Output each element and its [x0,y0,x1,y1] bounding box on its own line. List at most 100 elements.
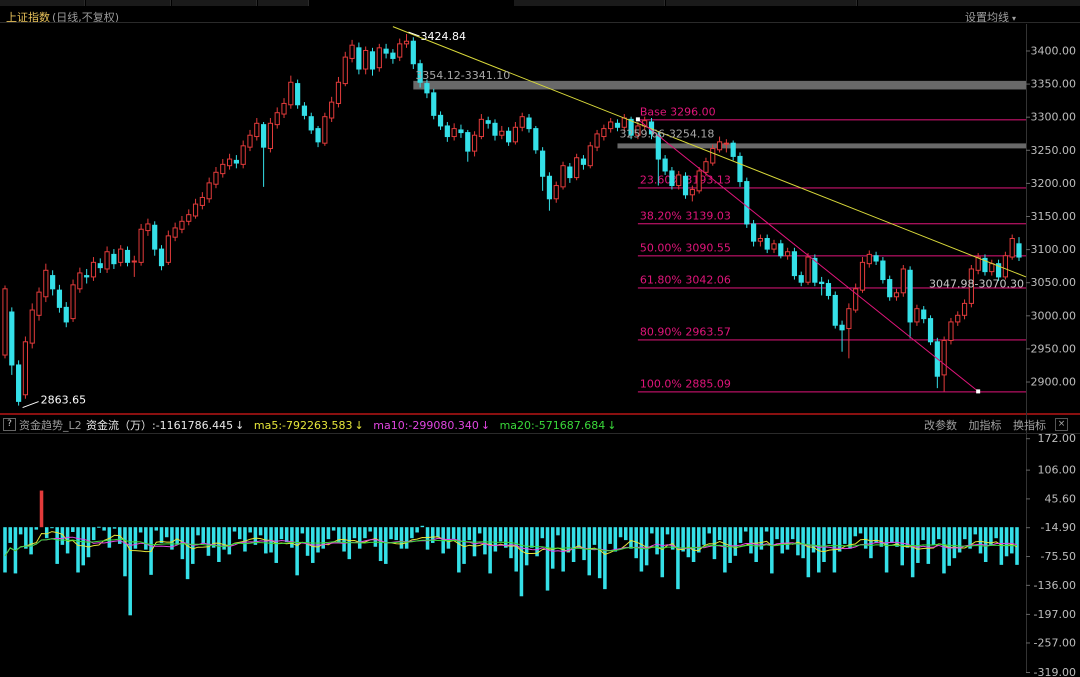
y-tick-label: 3250.00 [1031,144,1077,157]
fib-handle [635,117,640,122]
flow-bar [321,527,325,549]
candle-body [540,150,546,177]
close-icon[interactable]: × [1055,418,1068,431]
candle-body [587,145,593,167]
candle-body [199,196,205,206]
y-tick-label: 3050.00 [1031,276,1077,289]
flow-bar [921,527,925,541]
y-tick-label: 2900.00 [1031,376,1077,389]
candle-body [499,130,505,136]
y-tick-label: -14.90 [1041,521,1076,534]
flow-bar [686,527,691,558]
candle-body [220,163,226,175]
candle-body [403,40,410,45]
flow-bar [159,527,164,543]
help-icon[interactable]: ? [3,418,16,431]
flow-bar [498,527,503,542]
flow-bar [806,527,811,578]
flow-bar [973,527,978,535]
candle-body [750,223,757,242]
flow-bar [446,527,451,549]
candle-body [2,288,8,356]
flow-bar [655,527,659,555]
flow-bar [290,527,294,548]
candle-body [247,134,253,148]
indicator-header: ? 资金趋势_L2 资金流（万）:-1161786.445 ↓ ma5:-7922… [0,417,1080,433]
candle-body [131,260,137,263]
candle-body [859,261,866,291]
candle-body [145,223,151,232]
candle-body [567,166,573,179]
flow-bar [623,527,628,541]
y-tick-mark [1026,315,1030,317]
chart-canvas[interactable]: 3400.00 3350.00 3300.00 3250.00 3200.00 3150.… [0,0,1080,677]
flow-bar [764,527,769,532]
candle-body [56,289,63,308]
candle-body [451,128,457,138]
flow-bar [780,527,785,554]
flow-bar [733,527,738,556]
candle-body [846,308,852,330]
flow-bar [978,527,983,554]
zone-label: 3047.98-3070.30 [929,278,1024,291]
indicator-values: 资金流（万）:-1161786.445 ↓ ma5:-792263.583 ↓ ma… [86,417,622,433]
flow-bar [196,527,200,536]
flow-bar [738,527,743,543]
flow-bar [957,527,962,553]
high-label: 3424.84 [421,30,467,43]
flow-bar [702,527,706,545]
flow-bar [629,527,633,549]
flow-bar [91,527,96,541]
flow-bar [775,527,779,540]
y-tick-mark [1026,282,1030,284]
flow-bar [138,527,143,533]
candle-body [948,321,954,341]
y-tick-mark [1026,584,1030,586]
flow-bar [811,527,816,553]
flow-bar [18,527,23,535]
candle-body [431,92,437,116]
flow-bar [853,527,858,537]
flow-bar [389,527,393,540]
flow-bar [128,527,132,616]
candle-body [63,306,69,323]
flow-bar [237,527,242,540]
flow-bar [410,527,414,539]
add-indicator-button[interactable]: 加指标 [969,419,1002,432]
y-tick-label: 3100.00 [1031,243,1077,256]
y-tick-mark [1026,149,1030,151]
flow-bar [451,527,456,540]
y-tick-mark [1026,438,1030,440]
flow-bar [926,527,931,564]
candle-body [206,182,212,200]
flow-bar [368,527,372,532]
candle-body [138,228,144,263]
candle-body [267,122,274,149]
flow-bar [357,527,362,549]
candle-body [839,324,845,331]
candle-body [533,128,539,151]
switch-indicator-button[interactable]: 换指标 [1013,419,1046,432]
indicator-name: 资金趋势_L2 [19,419,82,432]
flow-bar [326,527,331,540]
low-label: 2863.65 [41,394,86,407]
flow-bar [284,527,289,542]
fib-label: 80.90% 2963.57 [640,325,731,338]
flow-bar [952,527,957,559]
flow-bar [274,527,279,563]
change-params-button[interactable]: 改参数 [924,419,957,432]
candle-body [805,256,811,283]
candle-body [111,253,117,265]
candle-body [553,185,559,200]
candle-body [880,260,886,281]
candle-body [335,81,342,104]
candle-body [819,281,825,285]
flow-bar [587,527,592,576]
candle-body [825,283,832,296]
fib-line [637,223,1026,225]
flow-bar [232,527,237,532]
flow-bar [399,527,404,549]
y-tick-mark [1026,116,1030,118]
candle-body [471,134,478,152]
y-tick-mark [1026,672,1030,673]
